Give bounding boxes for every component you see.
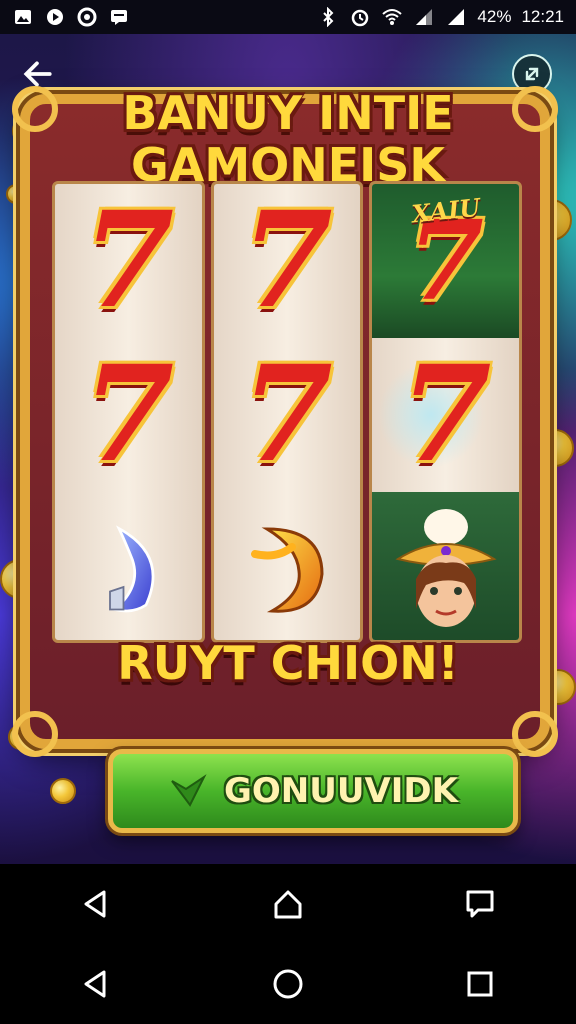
recents-icon: [466, 890, 494, 918]
home-icon: [274, 890, 302, 919]
message-icon: [108, 6, 130, 28]
reels: 7 7 7 7 XAIU 7 7: [52, 181, 523, 643]
spin-button-label: GONUUVIDK: [223, 771, 458, 811]
reel-symbol-seven: 7: [55, 338, 202, 492]
status-right: 42% 12:21: [317, 6, 564, 28]
reel-3: XAIU 7 7: [369, 181, 523, 643]
spin-button[interactable]: GONUUVIDK: [108, 749, 518, 833]
nav-home-button[interactable]: [258, 954, 318, 1014]
alarm-icon: [349, 6, 371, 28]
battery-text: 42%: [477, 7, 512, 26]
reel-symbol-seven: 7: [214, 338, 361, 492]
photo-icon: [12, 6, 34, 28]
status-bar: 42% 12:21: [0, 0, 576, 34]
bluetooth-icon: [317, 6, 339, 28]
wifi-icon: [381, 6, 403, 28]
reel-symbol-seven: 7: [372, 337, 520, 492]
character-face-icon: [395, 509, 497, 627]
reel-symbol-seven: 7: [55, 184, 202, 338]
nav-overview-button[interactable]: [450, 954, 510, 1014]
clock-time: 12:21: [521, 7, 564, 26]
crescent-gold-icon: [251, 527, 324, 613]
crescent-blue-icon: [109, 525, 155, 613]
seven-symbol: 7: [241, 183, 333, 338]
reel-1: 7 7: [52, 181, 205, 643]
nav-recents-button[interactable]: [450, 874, 510, 934]
game-title-line1: BANUY INTIE: [122, 86, 454, 140]
back-triangle-icon: [84, 890, 106, 918]
nav-back-button[interactable]: [66, 874, 126, 934]
frame-ornament: [12, 711, 58, 757]
frame-ornament: [512, 711, 558, 757]
seven-symbol: 7: [82, 337, 175, 492]
reel-symbol-character-face: [372, 492, 520, 640]
reel-2: 7 7: [210, 181, 364, 643]
reel-symbol-jungle-seven: XAIU 7: [372, 184, 520, 338]
square-icon: [467, 971, 493, 997]
seven-symbol: 7: [241, 337, 333, 492]
nav-home-button[interactable]: [258, 874, 318, 934]
circle-icon: [76, 6, 98, 28]
reel-symbol-crescent-blue: [55, 492, 202, 640]
game-area: BANUY INTIE GAMONEISK 7 7 7 7 XAIU 7 7 R…: [0, 34, 576, 864]
back-triangle-icon: [84, 970, 106, 998]
seven-symbol: 7: [82, 183, 175, 338]
nav-back-button[interactable]: [66, 954, 126, 1014]
reel-symbol-crescent-gold: [214, 492, 361, 640]
coin-decoration: [50, 778, 76, 804]
navigation-bar-top: [0, 864, 576, 944]
play-icon: [44, 6, 66, 28]
checkmark-icon: [171, 774, 207, 807]
signal-icon: [445, 6, 467, 28]
result-banner: RUYT CHION!: [117, 636, 459, 690]
signal-icon: [413, 6, 435, 28]
home-circle-icon: [273, 969, 303, 999]
seven-symbol: 7: [399, 337, 492, 492]
share-icon: [525, 67, 539, 81]
reel-symbol-seven: 7: [214, 184, 361, 338]
navigation-bar-bottom: [0, 944, 576, 1024]
status-left: [12, 6, 130, 28]
